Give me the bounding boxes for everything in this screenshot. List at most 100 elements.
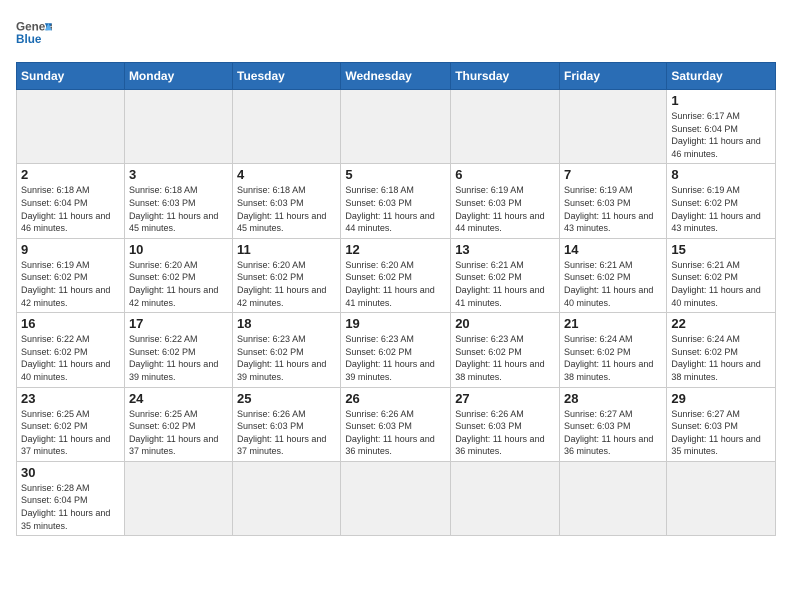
day-number: 17 <box>129 316 228 331</box>
day-number: 13 <box>455 242 555 257</box>
calendar-cell: 5Sunrise: 6:18 AM Sunset: 6:03 PM Daylig… <box>341 164 451 238</box>
day-number: 5 <box>345 167 446 182</box>
calendar-cell: 16 Sunrise: 6:22 AM Sunset: 6:02 PM Dayli… <box>17 313 125 387</box>
calendar-cell <box>560 90 667 164</box>
calendar-cell: 4 Sunrise: 6:18 AM Sunset: 6:03 PM Daylig… <box>233 164 341 238</box>
day-info: Sunrise: 6:21 AM Sunset: 6:02 PM Dayligh… <box>671 259 771 309</box>
calendar-row: 16 Sunrise: 6:22 AM Sunset: 6:02 PM Dayli… <box>17 313 776 387</box>
calendar-cell <box>560 461 667 535</box>
day-info: Sunrise: 6:22 AM Sunset: 6:02 PM Dayligh… <box>21 333 120 383</box>
day-number: 4 <box>237 167 336 182</box>
day-info: Sunrise: 6:19 AM Sunset: 6:02 PM Dayligh… <box>21 259 120 309</box>
calendar-cell <box>451 90 560 164</box>
day-info: Sunrise: 6:23 AM Sunset: 6:02 PM Dayligh… <box>345 333 446 383</box>
calendar-cell: 1 Sunrise: 6:17 AM Sunset: 6:04 PM Daylig… <box>667 90 776 164</box>
calendar-cell <box>341 461 451 535</box>
day-info: Sunrise: 6:27 AM Sunset: 6:03 PM Dayligh… <box>564 408 662 458</box>
calendar-row: 1 Sunrise: 6:17 AM Sunset: 6:04 PM Daylig… <box>17 90 776 164</box>
day-info: Sunrise: 6:18 AM Sunset: 6:03 PM Dayligh… <box>237 184 336 234</box>
day-info: Sunrise: 6:25 AM Sunset: 6:02 PM Dayligh… <box>129 408 228 458</box>
weekday-header-thursday: Thursday <box>451 63 560 90</box>
logo: General Blue <box>16 16 52 52</box>
calendar-cell: 14 Sunrise: 6:21 AM Sunset: 6:02 PM Dayli… <box>560 238 667 312</box>
calendar-cell: 18 Sunrise: 6:23 AM Sunset: 6:02 PM Dayli… <box>233 313 341 387</box>
day-info: Sunrise: 6:20 AM Sunset: 6:02 PM Dayligh… <box>345 259 446 309</box>
calendar-cell <box>17 90 125 164</box>
calendar-cell <box>124 90 232 164</box>
calendar-cell <box>341 90 451 164</box>
calendar-cell: 17Sunrise: 6:22 AM Sunset: 6:02 PM Dayli… <box>124 313 232 387</box>
calendar-cell <box>667 461 776 535</box>
day-info: Sunrise: 6:19 AM Sunset: 6:03 PM Dayligh… <box>455 184 555 234</box>
day-info: Sunrise: 6:26 AM Sunset: 6:03 PM Dayligh… <box>345 408 446 458</box>
page: General Blue SundayMondayTuesdayWednesda… <box>0 0 792 552</box>
calendar-row: 2 Sunrise: 6:18 AM Sunset: 6:04 PM Daylig… <box>17 164 776 238</box>
calendar-cell: 26Sunrise: 6:26 AM Sunset: 6:03 PM Dayli… <box>341 387 451 461</box>
day-number: 16 <box>21 316 120 331</box>
day-info: Sunrise: 6:25 AM Sunset: 6:02 PM Dayligh… <box>21 408 120 458</box>
day-number: 6 <box>455 167 555 182</box>
weekday-header-monday: Monday <box>124 63 232 90</box>
day-info: Sunrise: 6:19 AM Sunset: 6:02 PM Dayligh… <box>671 184 771 234</box>
calendar-cell: 3 Sunrise: 6:18 AM Sunset: 6:03 PM Daylig… <box>124 164 232 238</box>
day-info: Sunrise: 6:18 AM Sunset: 6:03 PM Dayligh… <box>129 184 228 234</box>
day-number: 1 <box>671 93 771 108</box>
calendar-cell <box>124 461 232 535</box>
calendar-cell: 13 Sunrise: 6:21 AM Sunset: 6:02 PM Dayli… <box>451 238 560 312</box>
day-info: Sunrise: 6:20 AM Sunset: 6:02 PM Dayligh… <box>129 259 228 309</box>
day-number: 8 <box>671 167 771 182</box>
day-number: 25 <box>237 391 336 406</box>
day-info: Sunrise: 6:23 AM Sunset: 6:02 PM Dayligh… <box>455 333 555 383</box>
day-number: 22 <box>671 316 771 331</box>
generalblue-logo-icon: General Blue <box>16 16 52 52</box>
calendar-cell: 23 Sunrise: 6:25 AM Sunset: 6:02 PM Dayli… <box>17 387 125 461</box>
calendar-row: 23 Sunrise: 6:25 AM Sunset: 6:02 PM Dayli… <box>17 387 776 461</box>
day-info: Sunrise: 6:21 AM Sunset: 6:02 PM Dayligh… <box>564 259 662 309</box>
day-number: 18 <box>237 316 336 331</box>
day-number: 19 <box>345 316 446 331</box>
calendar-cell: 20Sunrise: 6:23 AM Sunset: 6:02 PM Dayli… <box>451 313 560 387</box>
day-number: 27 <box>455 391 555 406</box>
day-info: Sunrise: 6:28 AM Sunset: 6:04 PM Dayligh… <box>21 482 120 532</box>
day-number: 29 <box>671 391 771 406</box>
calendar-cell: 9Sunrise: 6:19 AM Sunset: 6:02 PM Daylig… <box>17 238 125 312</box>
day-info: Sunrise: 6:26 AM Sunset: 6:03 PM Dayligh… <box>237 408 336 458</box>
calendar-cell: 21Sunrise: 6:24 AM Sunset: 6:02 PM Dayli… <box>560 313 667 387</box>
day-number: 14 <box>564 242 662 257</box>
day-number: 24 <box>129 391 228 406</box>
day-number: 3 <box>129 167 228 182</box>
calendar-cell: 11Sunrise: 6:20 AM Sunset: 6:02 PM Dayli… <box>233 238 341 312</box>
calendar-cell <box>451 461 560 535</box>
calendar-cell: 28 Sunrise: 6:27 AM Sunset: 6:03 PM Dayli… <box>560 387 667 461</box>
calendar-cell: 15 Sunrise: 6:21 AM Sunset: 6:02 PM Dayli… <box>667 238 776 312</box>
calendar-cell: 2 Sunrise: 6:18 AM Sunset: 6:04 PM Daylig… <box>17 164 125 238</box>
day-number: 7 <box>564 167 662 182</box>
weekday-header-wednesday: Wednesday <box>341 63 451 90</box>
calendar-cell: 7 Sunrise: 6:19 AM Sunset: 6:03 PM Daylig… <box>560 164 667 238</box>
day-number: 2 <box>21 167 120 182</box>
calendar-cell: 8 Sunrise: 6:19 AM Sunset: 6:02 PM Daylig… <box>667 164 776 238</box>
day-info: Sunrise: 6:27 AM Sunset: 6:03 PM Dayligh… <box>671 408 771 458</box>
day-number: 28 <box>564 391 662 406</box>
day-info: Sunrise: 6:17 AM Sunset: 6:04 PM Dayligh… <box>671 110 771 160</box>
calendar-body: 1 Sunrise: 6:17 AM Sunset: 6:04 PM Daylig… <box>17 90 776 536</box>
day-info: Sunrise: 6:21 AM Sunset: 6:02 PM Dayligh… <box>455 259 555 309</box>
day-info: Sunrise: 6:19 AM Sunset: 6:03 PM Dayligh… <box>564 184 662 234</box>
day-info: Sunrise: 6:18 AM Sunset: 6:04 PM Dayligh… <box>21 184 120 234</box>
day-number: 21 <box>564 316 662 331</box>
header: General Blue <box>16 16 776 52</box>
day-info: Sunrise: 6:23 AM Sunset: 6:02 PM Dayligh… <box>237 333 336 383</box>
day-info: Sunrise: 6:26 AM Sunset: 6:03 PM Dayligh… <box>455 408 555 458</box>
day-number: 11 <box>237 242 336 257</box>
day-number: 23 <box>21 391 120 406</box>
calendar-cell: 10 Sunrise: 6:20 AM Sunset: 6:02 PM Dayli… <box>124 238 232 312</box>
calendar-cell: 30Sunrise: 6:28 AM Sunset: 6:04 PM Dayli… <box>17 461 125 535</box>
calendar-cell: 27 Sunrise: 6:26 AM Sunset: 6:03 PM Dayli… <box>451 387 560 461</box>
day-number: 10 <box>129 242 228 257</box>
weekday-header-sunday: Sunday <box>17 63 125 90</box>
day-number: 15 <box>671 242 771 257</box>
svg-text:Blue: Blue <box>16 33 42 46</box>
calendar-row: 9Sunrise: 6:19 AM Sunset: 6:02 PM Daylig… <box>17 238 776 312</box>
weekday-header-friday: Friday <box>560 63 667 90</box>
calendar-cell <box>233 461 341 535</box>
